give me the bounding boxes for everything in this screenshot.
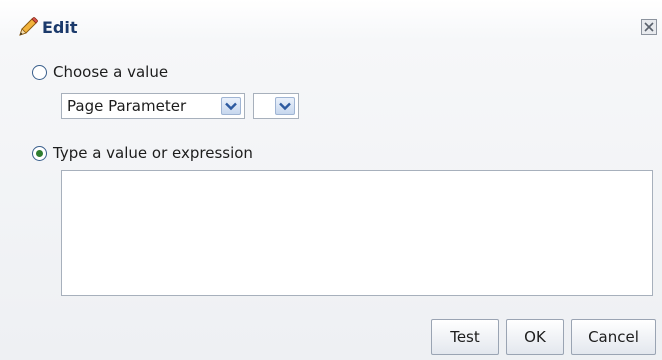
cancel-button[interactable]: Cancel (571, 319, 656, 355)
ok-button[interactable]: OK (506, 319, 564, 355)
source-select-value: Page Parameter (67, 97, 187, 115)
choose-value-option[interactable]: Choose a value (32, 63, 168, 81)
dialog-title: Edit (42, 18, 78, 37)
type-expression-radio[interactable] (32, 145, 47, 161)
type-expression-label: Type a value or expression (53, 144, 253, 162)
source-select[interactable]: Page Parameter (61, 93, 245, 119)
edit-dialog: Edit Choose a value Page Parameter Type … (0, 0, 662, 360)
pencil-icon (19, 17, 38, 36)
dialog-title-bar: Edit (0, 0, 662, 46)
chevron-down-icon[interactable] (221, 97, 241, 115)
choose-value-label: Choose a value (53, 63, 169, 81)
choose-value-radio[interactable] (32, 64, 47, 80)
close-icon[interactable] (641, 19, 657, 35)
type-expression-option[interactable]: Type a value or expression (32, 144, 253, 162)
parameter-select[interactable] (253, 93, 299, 119)
expression-textarea[interactable] (61, 170, 653, 296)
test-button[interactable]: Test (431, 319, 499, 355)
chevron-down-icon[interactable] (275, 97, 295, 115)
